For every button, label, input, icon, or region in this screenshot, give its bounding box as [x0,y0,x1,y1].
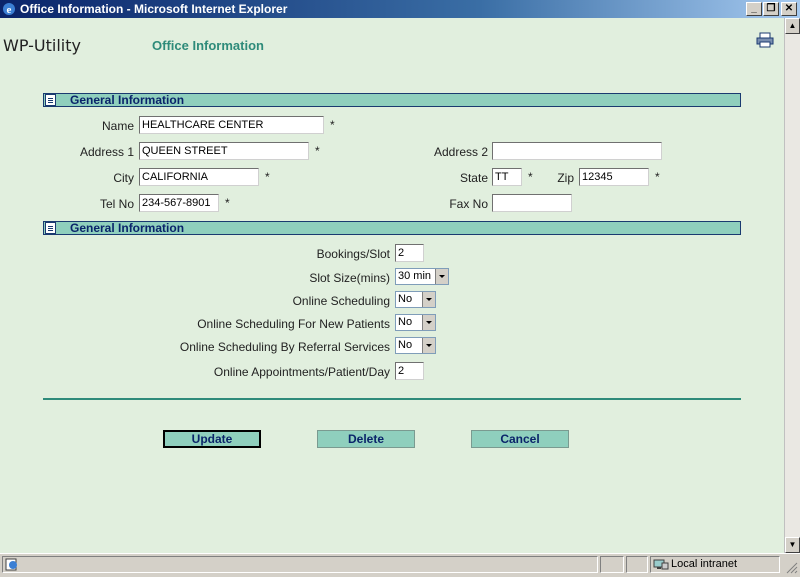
online-new-patients-value: No [398,316,413,328]
delete-button[interactable]: Delete [317,430,415,448]
close-button[interactable]: ✕ [781,2,797,16]
page-title: Office Information [152,38,264,53]
resize-grip-icon[interactable] [784,560,798,574]
vertical-scrollbar[interactable]: ▲ ▼ [784,18,800,553]
cancel-button[interactable]: Cancel [471,430,569,448]
local-intranet-icon [653,559,669,570]
online-scheduling-select[interactable]: No [395,291,436,308]
slot-size-label: Slot Size(mins) [309,271,390,285]
state-field[interactable]: TT [492,168,522,186]
address2-label: Address 2 [433,145,488,159]
collapse-icon[interactable] [45,94,56,106]
section-header-general-information[interactable]: General Information [43,93,741,107]
online-scheduling-label: Online Scheduling [292,294,390,308]
required-marker: * [655,170,660,184]
maximize-button[interactable]: ❐ [763,2,779,16]
dropdown-arrow-icon[interactable] [422,315,435,330]
window-titlebar[interactable]: e Office Information - Microsoft Interne… [0,0,800,18]
section-title: General Information [70,221,185,235]
update-button[interactable]: Update [163,430,261,448]
city-field[interactable]: CALIFORNIA [139,168,259,186]
status-cell [600,556,624,573]
dropdown-arrow-icon[interactable] [422,292,435,307]
online-new-patients-label: Online Scheduling For New Patients [197,317,390,331]
city-label: City [113,171,134,185]
print-icon[interactable] [756,32,774,48]
required-marker: * [528,170,533,184]
zip-label: Zip [557,171,574,185]
app-title: WP-Utility [3,36,81,55]
online-new-patients-select[interactable]: No [395,314,436,331]
svg-text:e: e [7,4,12,16]
status-cell [626,556,648,573]
internet-explorer-icon: e [3,3,15,16]
page-status-icon [5,558,17,571]
zip-field[interactable]: 12345 [579,168,649,186]
dropdown-arrow-icon[interactable] [435,269,448,284]
online-referral-select[interactable]: No [395,337,436,354]
address1-label: Address 1 [79,145,134,159]
bookings-per-slot-label: Bookings/Slot [316,247,390,261]
section-header-general-information-2[interactable]: General Information [43,221,741,235]
online-referral-value: No [398,339,413,351]
minimize-button[interactable]: _ [746,2,762,16]
bookings-per-slot-field[interactable]: 2 [395,244,424,262]
scroll-up-icon[interactable]: ▲ [785,18,800,34]
slot-size-select[interactable]: 30 min [395,268,449,285]
appointments-per-day-field[interactable]: 2 [395,362,424,380]
fax-label: Fax No [449,197,488,211]
online-referral-label: Online Scheduling By Referral Services [179,340,390,354]
name-label: Name [101,119,134,133]
collapse-icon[interactable] [45,222,56,234]
required-marker: * [225,196,230,210]
section-title: General Information [70,93,185,107]
name-field[interactable]: HEALTHCARE CENTER [139,116,324,134]
online-scheduling-value: No [398,293,413,305]
required-marker: * [265,170,270,184]
address1-field[interactable]: QUEEN STREET [139,142,309,160]
slot-size-value: 30 min [398,270,432,282]
section-divider [43,398,741,400]
required-marker: * [330,118,335,132]
state-label: State [459,171,488,185]
address2-field[interactable] [492,142,662,160]
scroll-down-icon[interactable]: ▼ [785,537,800,553]
page-content: WP-Utility Office Information General In… [0,18,784,553]
status-bar: Local intranet [0,553,800,577]
appointments-per-day-label: Online Appointments/Patient/Day [213,365,390,379]
fax-field[interactable] [492,194,572,212]
window-title: Office Information - Microsoft Internet … [20,2,288,16]
dropdown-arrow-icon[interactable] [422,338,435,353]
security-zone-label: Local intranet [671,558,738,570]
tel-label: Tel No [99,197,134,211]
required-marker: * [315,144,320,158]
security-zone-cell: Local intranet [650,556,780,573]
status-text-cell [2,556,598,573]
tel-field[interactable]: 234-567-8901 [139,194,219,212]
